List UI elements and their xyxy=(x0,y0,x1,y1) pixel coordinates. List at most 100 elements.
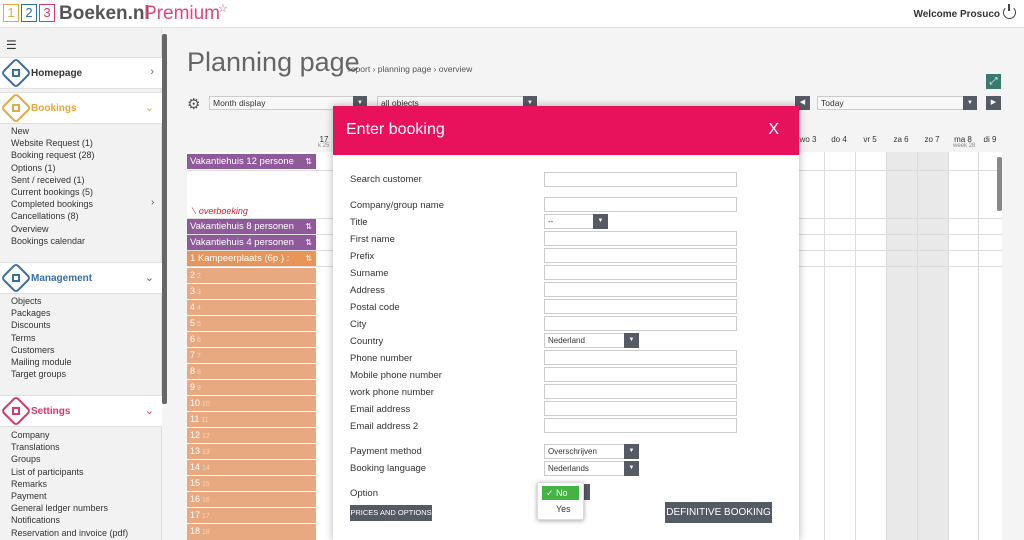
sidebar-item-cancellations[interactable]: Cancellations (8) xyxy=(11,210,95,222)
table-row[interactable]: 15 15 xyxy=(187,476,316,491)
table-row[interactable]: 14 14 xyxy=(187,460,316,475)
breadcrumb[interactable]: report › planning page › overview xyxy=(348,64,472,74)
table-row[interactable]: 22 xyxy=(187,268,316,283)
row-label-vakantiehuis-12[interactable]: Vakantiehuis 12 persone ⇅ xyxy=(187,154,316,169)
bookings-icon xyxy=(0,92,32,124)
expand-icon[interactable]: ⤢ xyxy=(986,74,1001,89)
table-row[interactable]: 13 13 xyxy=(187,444,316,459)
sidebar-section-bookings[interactable]: Bookings ⌄ xyxy=(0,92,162,124)
option-select-arrow[interactable] xyxy=(584,484,590,500)
mobile-phone-input[interactable] xyxy=(544,367,737,382)
sidebar-item-website-request[interactable]: Website Request (1) xyxy=(11,137,95,149)
work-phone-input[interactable] xyxy=(544,384,737,399)
sidebar-item-sent-received[interactable]: Sent / received (1) xyxy=(11,174,95,186)
sidebar-section-management[interactable]: Management ⌄ xyxy=(0,262,162,294)
table-row[interactable]: 99 xyxy=(187,380,316,395)
row-label-kampeerplaats[interactable]: 1 Kampeerplaats (6p.) : ⇅ xyxy=(187,251,316,266)
row-number-ghost: 5 xyxy=(197,321,201,328)
row-number-ghost: 2 xyxy=(197,273,201,280)
table-row[interactable]: 12 12 xyxy=(187,428,316,443)
email-2-input[interactable] xyxy=(544,418,737,433)
gear-icon[interactable]: ⚙ xyxy=(187,95,200,113)
chevron-down-icon: ▼ xyxy=(624,333,639,348)
grid-scrollbar[interactable] xyxy=(997,157,1002,211)
first-name-input[interactable] xyxy=(544,231,737,246)
sidebar-item-translations[interactable]: Translations xyxy=(11,441,128,453)
prices-and-options-button[interactable]: PRICES AND OPTIONS xyxy=(350,505,432,521)
address-input[interactable] xyxy=(544,282,737,297)
search-customer-input[interactable] xyxy=(544,172,737,187)
table-row[interactable]: 18 18 xyxy=(187,524,316,540)
table-row[interactable]: 66 xyxy=(187,332,316,347)
row-label-text: Vakantiehuis 8 personen xyxy=(190,221,294,232)
sidebar-item-reservation-invoice[interactable]: Reservation and invoice (pdf) xyxy=(11,527,128,539)
sidebar-item-discounts[interactable]: Discounts xyxy=(11,319,72,331)
sidebar-item-new[interactable]: New xyxy=(11,125,95,137)
prefix-input[interactable] xyxy=(544,248,737,263)
company-input[interactable] xyxy=(544,197,737,212)
sidebar-item-packages[interactable]: Packages xyxy=(11,307,72,319)
row-number: 7 xyxy=(190,350,196,360)
row-label-vakantiehuis-4[interactable]: Vakantiehuis 4 personen ⇅ xyxy=(187,235,316,250)
surname-input[interactable] xyxy=(544,265,737,280)
title-select[interactable]: -- ▼ xyxy=(544,214,608,229)
sort-icon[interactable]: ⇅ xyxy=(305,235,312,250)
table-row[interactable]: 16 16 xyxy=(187,492,316,507)
sidebar-item-overview[interactable]: Overview xyxy=(11,223,95,235)
logo-digit-1: 1 xyxy=(3,4,19,22)
sort-icon[interactable]: ⇅ xyxy=(305,251,312,266)
sidebar-item-current-bookings[interactable]: Current bookings (5) xyxy=(11,186,95,198)
table-row[interactable]: 33 xyxy=(187,284,316,299)
sidebar-item-remarks[interactable]: Remarks xyxy=(11,478,128,490)
day-header: di 9 xyxy=(983,135,997,144)
table-row[interactable]: 11 11 xyxy=(187,412,316,427)
sidebar-item-notifications[interactable]: Notifications xyxy=(11,514,128,526)
chevron-right-icon[interactable]: › xyxy=(151,197,154,208)
power-icon[interactable] xyxy=(1003,4,1016,19)
payment-method-select[interactable]: Overschrijven ▼ xyxy=(544,444,639,459)
sidebar-item-target-groups[interactable]: Target groups xyxy=(11,368,72,380)
overbooking-label: ⟍ overboeking xyxy=(190,206,248,216)
date-select[interactable]: Today ▼ xyxy=(817,96,977,110)
sidebar-item-objects[interactable]: Objects xyxy=(11,295,72,307)
country-select[interactable]: Nederland ▼ xyxy=(544,333,639,348)
option-no[interactable]: ✓ No xyxy=(542,486,579,500)
email-input[interactable] xyxy=(544,401,737,416)
sidebar-section-settings[interactable]: Settings ⌄ xyxy=(0,395,162,427)
sidebar-item-payment[interactable]: Payment xyxy=(11,490,128,502)
grid-line xyxy=(824,152,825,540)
sidebar-item-mailing-module[interactable]: Mailing module xyxy=(11,356,72,368)
booking-language-select[interactable]: Nederlands ▼ xyxy=(544,461,639,476)
close-button[interactable]: X xyxy=(768,121,779,139)
sort-icon[interactable]: ⇅ xyxy=(305,219,312,234)
sidebar-item-completed-bookings[interactable]: Completed bookings xyxy=(11,198,95,210)
next-button[interactable]: ▶ xyxy=(986,96,1001,110)
definitive-booking-button[interactable]: DEFINITIVE BOOKING xyxy=(665,502,772,523)
sidebar-item-bookings-calendar[interactable]: Bookings calendar xyxy=(11,235,95,247)
table-row[interactable]: 88 xyxy=(187,364,316,379)
brand-name[interactable]: Boeken.nl xyxy=(59,3,150,25)
sidebar-item-booking-request[interactable]: Booking request (28) xyxy=(11,149,95,161)
table-row[interactable]: 17 17 xyxy=(187,508,316,523)
sidebar-item-general-ledger-numbers[interactable]: General ledger numbers xyxy=(11,502,128,514)
table-row[interactable]: 55 xyxy=(187,316,316,331)
sidebar-item-options[interactable]: Options (1) xyxy=(11,162,95,174)
phone-input[interactable] xyxy=(544,350,737,365)
sidebar-section-homepage[interactable]: Homepage › xyxy=(0,57,162,89)
sidebar-scrollbar[interactable] xyxy=(162,34,167,404)
postal-code-input[interactable] xyxy=(544,299,737,314)
sidebar-item-customers[interactable]: Customers xyxy=(11,344,72,356)
sidebar-item-groups[interactable]: Groups xyxy=(11,453,128,465)
sort-icon[interactable]: ⇅ xyxy=(305,154,312,169)
table-row[interactable]: 10 10 xyxy=(187,396,316,411)
table-row[interactable]: 44 xyxy=(187,300,316,315)
table-row[interactable]: 77 xyxy=(187,348,316,363)
row-label-vakantiehuis-8[interactable]: Vakantiehuis 8 personen ⇅ xyxy=(187,219,316,234)
option-yes[interactable]: Yes xyxy=(556,504,571,514)
row-number: 8 xyxy=(190,366,196,376)
sidebar-item-company[interactable]: Company xyxy=(11,429,128,441)
city-input[interactable] xyxy=(544,316,737,331)
menu-toggle-icon[interactable]: ☰ xyxy=(6,38,17,52)
sidebar-item-list-of-participants[interactable]: List of participants xyxy=(11,466,128,478)
sidebar-item-terms[interactable]: Terms xyxy=(11,332,72,344)
